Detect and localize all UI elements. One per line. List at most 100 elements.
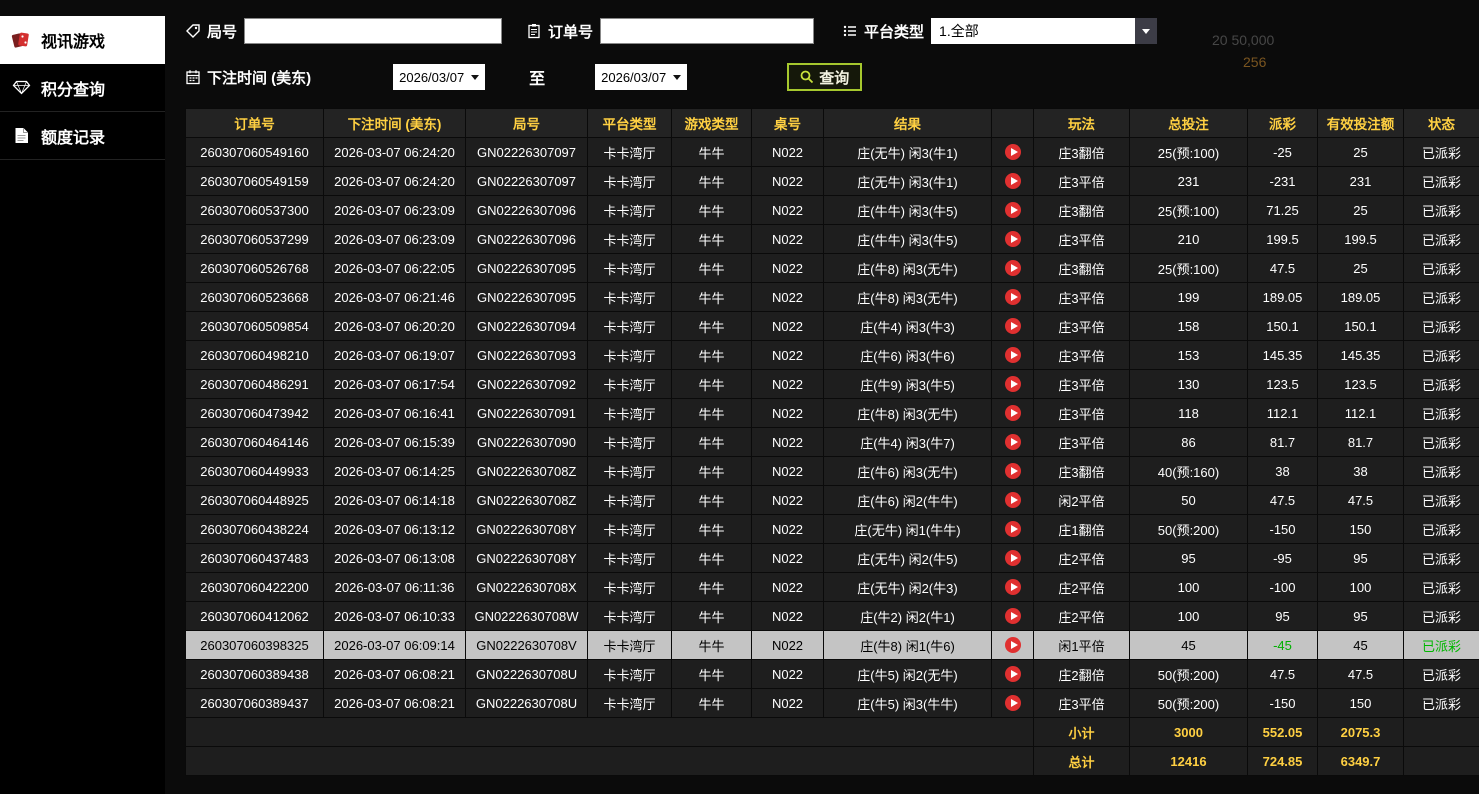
replay-button[interactable] (1005, 231, 1021, 247)
play-method-cell: 庄3平倍 (1034, 341, 1130, 370)
game-type-cell: 牛牛 (672, 573, 752, 602)
result-cell: 庄(牛牛) 闲3(牛5) (824, 196, 992, 225)
total-row: 总计 12416 724.85 6349.7 (186, 747, 1479, 776)
bet-time-cell: 2026-03-07 06:21:46 (324, 283, 466, 312)
status-cell: 已派彩 (1404, 602, 1479, 631)
chevron-down-icon (673, 75, 681, 80)
payout-cell: 189.05 (1248, 283, 1318, 312)
replay-button[interactable] (1005, 260, 1021, 276)
valid-bet-cell: 199.5 (1318, 225, 1404, 254)
table-row[interactable]: 260307060437483 2026-03-07 06:13:08 GN02… (186, 544, 1479, 573)
status-cell: 已派彩 (1404, 341, 1479, 370)
replay-button[interactable] (1005, 376, 1021, 392)
replay-button[interactable] (1005, 463, 1021, 479)
order-number-cell: 260307060438224 (186, 515, 324, 544)
table-row[interactable]: 260307060526768 2026-03-07 06:22:05 GN02… (186, 254, 1479, 283)
replay-button[interactable] (1005, 637, 1021, 653)
platform-type-cell: 卡卡湾厅 (588, 515, 672, 544)
result-cell: 庄(牛牛) 闲3(牛5) (824, 225, 992, 254)
replay-button[interactable] (1005, 579, 1021, 595)
game-type-cell: 牛牛 (672, 602, 752, 631)
replay-button[interactable] (1005, 608, 1021, 624)
chevron-down-icon (1135, 18, 1157, 44)
platform-select[interactable]: 1.全部 (931, 18, 1157, 44)
table-row[interactable]: 260307060523668 2026-03-07 06:21:46 GN02… (186, 283, 1479, 312)
platform-type-cell: 卡卡湾厅 (588, 225, 672, 254)
status-cell: 已派彩 (1404, 254, 1479, 283)
round-number-cell: GN0222630708V (466, 631, 588, 660)
bet-time-cell: 2026-03-07 06:08:21 (324, 660, 466, 689)
replay-cell (992, 312, 1034, 341)
table-row[interactable]: 260307060473942 2026-03-07 06:16:41 GN02… (186, 399, 1479, 428)
bet-time-cell: 2026-03-07 06:22:05 (324, 254, 466, 283)
table-row[interactable]: 260307060449933 2026-03-07 06:14:25 GN02… (186, 457, 1479, 486)
order-number-cell: 260307060449933 (186, 457, 324, 486)
replay-button[interactable] (1005, 202, 1021, 218)
platform-type-cell: 卡卡湾厅 (588, 370, 672, 399)
status-cell: 已派彩 (1404, 457, 1479, 486)
platform-select-value: 1.全部 (939, 21, 979, 41)
table-row[interactable]: 260307060422200 2026-03-07 06:11:36 GN02… (186, 573, 1479, 602)
replay-button[interactable] (1005, 347, 1021, 363)
result-cell: 庄(牛6) 闲3(牛6) (824, 341, 992, 370)
replay-button[interactable] (1005, 521, 1021, 537)
table-row[interactable]: 260307060509854 2026-03-07 06:20:20 GN02… (186, 312, 1479, 341)
query-button[interactable]: 查询 (787, 63, 862, 91)
result-cell: 庄(牛2) 闲2(牛1) (824, 602, 992, 631)
table-row[interactable]: 260307060398325 2026-03-07 06:09:14 GN02… (186, 631, 1479, 660)
date-to-select[interactable]: 2026/03/07 (595, 64, 687, 90)
replay-cell (992, 399, 1034, 428)
table-row[interactable]: 260307060438224 2026-03-07 06:13:12 GN02… (186, 515, 1479, 544)
status-cell: 已派彩 (1404, 312, 1479, 341)
status-cell: 已派彩 (1404, 573, 1479, 602)
round-number-cell: GN02226307094 (466, 312, 588, 341)
table-row[interactable]: 260307060549160 2026-03-07 06:24:20 GN02… (186, 138, 1479, 167)
table-row[interactable]: 260307060412062 2026-03-07 06:10:33 GN02… (186, 602, 1479, 631)
valid-bet-cell: 45 (1318, 631, 1404, 660)
main-panel: 局号 订单号 平台类型 1.全部 (165, 16, 1479, 776)
replay-button[interactable] (1005, 434, 1021, 450)
sidebar-item-quota-record[interactable]: 额度记录 (0, 112, 165, 160)
game-type-cell: 牛牛 (672, 399, 752, 428)
bet-time-cell: 2026-03-07 06:13:08 (324, 544, 466, 573)
replay-button[interactable] (1005, 144, 1021, 160)
play-method-cell: 庄3平倍 (1034, 399, 1130, 428)
table-row[interactable]: 260307060498210 2026-03-07 06:19:07 GN02… (186, 341, 1479, 370)
replay-button[interactable] (1005, 173, 1021, 189)
table-row[interactable]: 260307060549159 2026-03-07 06:24:20 GN02… (186, 167, 1479, 196)
game-type-cell: 牛牛 (672, 225, 752, 254)
game-type-cell: 牛牛 (672, 631, 752, 660)
sidebar-item-points-query[interactable]: 积分查询 (0, 64, 165, 112)
replay-button[interactable] (1005, 550, 1021, 566)
game-type-cell: 牛牛 (672, 457, 752, 486)
total-total-bet: 12416 (1130, 747, 1248, 776)
total-bet-cell: 40(预:160) (1130, 457, 1248, 486)
replay-button[interactable] (1005, 492, 1021, 508)
subtotal-valid-bet: 2075.3 (1318, 718, 1404, 747)
table-row[interactable]: 260307060537300 2026-03-07 06:23:09 GN02… (186, 196, 1479, 225)
replay-button[interactable] (1005, 318, 1021, 334)
order-number-cell: 260307060389438 (186, 660, 324, 689)
sidebar-item-label: 额度记录 (41, 124, 105, 148)
table-row[interactable]: 260307060389438 2026-03-07 06:08:21 GN02… (186, 660, 1479, 689)
status-cell: 已派彩 (1404, 428, 1479, 457)
platform-type-cell: 卡卡湾厅 (588, 254, 672, 283)
round-number-input[interactable] (244, 18, 502, 44)
replay-button[interactable] (1005, 695, 1021, 711)
payout-cell: 71.25 (1248, 196, 1318, 225)
table-row[interactable]: 260307060448925 2026-03-07 06:14:18 GN02… (186, 486, 1479, 515)
replay-button[interactable] (1005, 405, 1021, 421)
sidebar-item-video-games[interactable]: 视讯游戏 (0, 16, 165, 64)
table-row[interactable]: 260307060486291 2026-03-07 06:17:54 GN02… (186, 370, 1479, 399)
table-row[interactable]: 260307060389437 2026-03-07 06:08:21 GN02… (186, 689, 1479, 718)
status-cell: 已派彩 (1404, 225, 1479, 254)
order-number-input[interactable] (600, 18, 814, 44)
replay-button[interactable] (1005, 666, 1021, 682)
table-row[interactable]: 260307060537299 2026-03-07 06:23:09 GN02… (186, 225, 1479, 254)
date-from-select[interactable]: 2026/03/07 (393, 64, 485, 90)
order-number-cell: 260307060437483 (186, 544, 324, 573)
table-row[interactable]: 260307060464146 2026-03-07 06:15:39 GN02… (186, 428, 1479, 457)
valid-bet-cell: 145.35 (1318, 341, 1404, 370)
replay-button[interactable] (1005, 289, 1021, 305)
to-label: 至 (529, 65, 545, 89)
